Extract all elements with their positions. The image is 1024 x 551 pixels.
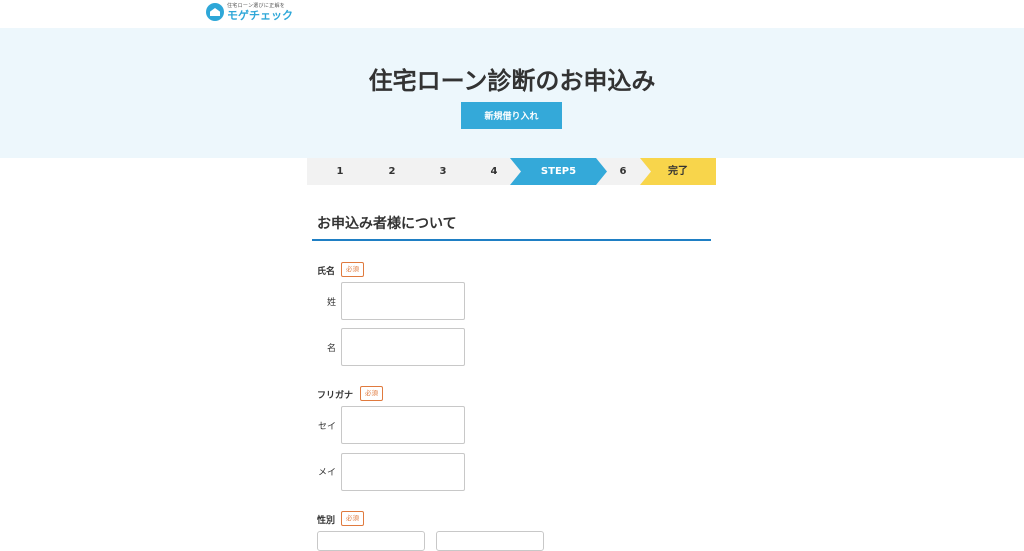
first-kana-input[interactable] (341, 453, 465, 491)
first-name-label: 名 (326, 344, 336, 354)
required-badge: 必須 (341, 511, 364, 526)
step-complete: 完了 (640, 158, 716, 185)
last-kana-label: セイ (317, 422, 336, 432)
step-4: 4 (490, 166, 498, 177)
section-title: お申込み者様について (317, 216, 457, 232)
step-1: 1 (336, 166, 344, 177)
house-icon (206, 3, 224, 21)
logo[interactable]: 住宅ローン選びに正解を モゲチェック (206, 3, 293, 21)
last-kana-input[interactable] (341, 406, 465, 444)
required-badge: 必須 (360, 386, 383, 401)
kana-label: フリガナ (317, 391, 354, 401)
name-label: 氏名 (317, 267, 336, 277)
last-name-label: 姓 (326, 298, 336, 308)
section-divider (312, 239, 711, 241)
logo-name: モゲチェック (227, 8, 293, 22)
gender-option-2[interactable] (436, 531, 544, 551)
top-bar: 住宅ローン選びに正解を モゲチェック (0, 0, 1024, 28)
last-name-input[interactable] (341, 282, 465, 320)
first-name-input[interactable] (341, 328, 465, 366)
logo-text: 住宅ローン選びに正解を モゲチェック (227, 2, 293, 22)
gender-option-1[interactable] (317, 531, 425, 551)
step-6: 6 (619, 166, 627, 177)
step-5-current: STEP5 (510, 158, 607, 185)
new-loan-button[interactable]: 新規借り入れ (461, 102, 562, 129)
required-badge: 必須 (341, 262, 364, 277)
gender-label: 性別 (317, 516, 336, 526)
first-kana-label: メイ (317, 468, 336, 478)
step-2: 2 (388, 166, 396, 177)
hero-banner: 住宅ローン診断のお申込み 新規借り入れ (0, 28, 1024, 158)
step-3: 3 (439, 166, 447, 177)
page-title: 住宅ローン診断のお申込み (368, 67, 656, 95)
step-progress: 1 2 3 4 STEP5 6 完了 (307, 158, 716, 185)
logo-tagline: 住宅ローン選びに正解を (227, 2, 286, 9)
